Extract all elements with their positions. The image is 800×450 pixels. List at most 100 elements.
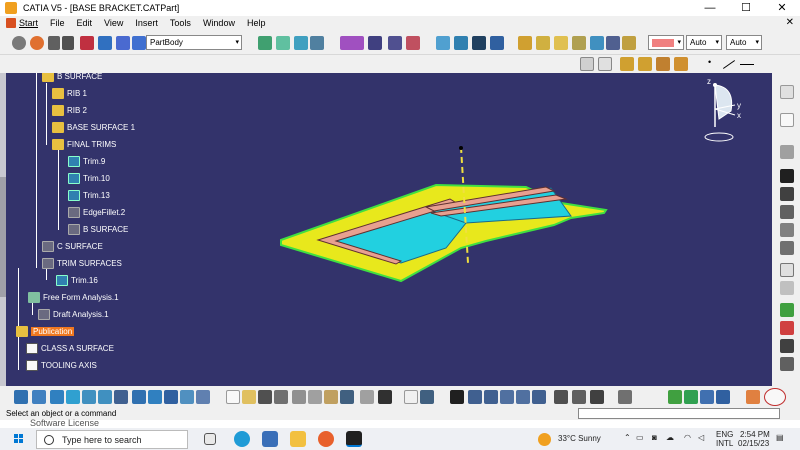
menu-insert[interactable]: Insert (135, 18, 158, 28)
shading-mode-icon[interactable] (164, 390, 178, 404)
shading-7-icon[interactable] (622, 36, 636, 50)
tool-f-icon[interactable] (674, 57, 688, 71)
taskbar-search-input[interactable]: Type here to search (36, 430, 188, 449)
wire-icon[interactable] (780, 205, 794, 219)
tree-node-final-trims[interactable]: FINAL TRIMS (52, 139, 116, 150)
tool-e-icon[interactable] (656, 57, 670, 71)
volume-icon[interactable]: ◁ (698, 433, 704, 442)
measure-2-icon[interactable] (484, 390, 498, 404)
select-arrow-icon[interactable] (780, 85, 794, 99)
shading-3-icon[interactable] (554, 36, 568, 50)
shading-2-icon[interactable] (536, 36, 550, 50)
axis-icon[interactable] (780, 169, 794, 183)
compass-icon[interactable] (701, 79, 751, 149)
minimize-button[interactable]: — (692, 0, 728, 16)
sketcher-grid-icon[interactable] (618, 390, 632, 404)
measure-5-icon[interactable] (532, 390, 546, 404)
curve-tool-4-icon[interactable] (406, 36, 420, 50)
swap-space-icon[interactable] (196, 390, 210, 404)
surface-tool-1-icon[interactable] (258, 36, 272, 50)
menu-edit[interactable]: Edit (77, 18, 93, 28)
tree-node-trim-9[interactable]: Trim.9 (68, 156, 105, 167)
constraint-2-icon[interactable] (684, 390, 698, 404)
surface-tool-2-icon[interactable] (276, 36, 290, 50)
hide-show-icon[interactable] (180, 390, 194, 404)
tray-app-icon[interactable]: ◙ (652, 433, 657, 442)
print-icon[interactable] (274, 390, 288, 404)
task-view-icon[interactable] (204, 433, 216, 445)
cloud-icon[interactable]: ☁ (666, 433, 674, 442)
line-style-icon[interactable] (722, 60, 736, 69)
close-button[interactable]: ✕ (764, 0, 800, 16)
tool-d-icon[interactable] (638, 57, 652, 71)
clock-date[interactable]: 02/15/23 (738, 439, 769, 448)
grid-tool-1-icon[interactable] (436, 36, 450, 50)
snap-1-icon[interactable] (554, 390, 568, 404)
clock-time[interactable]: 2:54 PM (740, 430, 770, 439)
lineweight-select[interactable]: Auto ▾ (726, 35, 762, 50)
tool-c-icon[interactable] (620, 57, 634, 71)
document-close-button[interactable]: ✕ (786, 17, 794, 28)
sketch-icon[interactable] (30, 36, 44, 50)
tree-node-class-a-surface[interactable]: CLASS A SURFACE (26, 343, 114, 354)
table-icon[interactable] (450, 390, 464, 404)
paste-icon[interactable] (324, 390, 338, 404)
color-select[interactable]: ▾ (648, 35, 684, 50)
tree-node-edgefillet-2[interactable]: EdgeFillet.2 (68, 207, 125, 218)
tree-node-b-surface[interactable]: B SURFACE (68, 224, 128, 235)
offset-icon[interactable] (780, 263, 794, 277)
plane-icon[interactable] (98, 36, 112, 50)
menu-tools[interactable]: Tools (170, 18, 191, 28)
new-icon[interactable] (226, 390, 240, 404)
shading-5-icon[interactable] (590, 36, 604, 50)
language-primary[interactable]: ENG (716, 430, 733, 439)
menu-start[interactable]: Start (6, 18, 38, 28)
tree-node-trim-16[interactable]: Trim.16 (56, 275, 98, 286)
network-icon[interactable]: ▭ (636, 433, 644, 442)
fly-icon[interactable] (14, 390, 28, 404)
dress-up-icon[interactable] (780, 357, 794, 371)
tree-node-publication[interactable]: Publication (16, 326, 75, 337)
tree-node-trim-13[interactable]: Trim.13 (68, 190, 110, 201)
zoom-out-icon[interactable] (98, 390, 112, 404)
body-icon[interactable] (132, 36, 146, 50)
snap-2-icon[interactable] (572, 390, 586, 404)
menu-view[interactable]: View (104, 18, 123, 28)
shading-4-icon[interactable] (572, 36, 586, 50)
tree-node-free-form-analysis[interactable]: Free Form Analysis.1 (28, 292, 119, 303)
sweep-icon[interactable] (780, 223, 794, 237)
shading-1-icon[interactable] (518, 36, 532, 50)
snap-3-icon[interactable] (590, 390, 604, 404)
file-explorer-icon[interactable] (290, 431, 306, 447)
tree-node-tooling-axis[interactable]: TOOLING AXIS (26, 360, 97, 371)
tree-node-b-surface-set[interactable]: B SURFACE (42, 73, 102, 82)
point-icon[interactable] (80, 36, 94, 50)
fit-all-icon[interactable] (32, 390, 46, 404)
constraint-1-icon[interactable] (668, 390, 682, 404)
cursor-icon[interactable] (780, 113, 794, 127)
cut-icon[interactable] (292, 390, 306, 404)
line-style-2-icon[interactable] (740, 64, 754, 65)
maximize-button[interactable]: ☐ (728, 0, 764, 16)
analysis-tool-icon[interactable] (780, 303, 794, 317)
tree-node-trim-surfaces[interactable]: TRIM SURFACES (42, 258, 122, 269)
curve-tool-2-icon[interactable] (368, 36, 382, 50)
wifi-icon[interactable]: ◠ (684, 433, 691, 442)
measure-4-icon[interactable] (516, 390, 530, 404)
iso-view-icon[interactable] (148, 390, 162, 404)
weather-text[interactable]: 33°C Sunny (558, 434, 601, 443)
point-style-dot[interactable]: • (708, 57, 711, 67)
save-icon[interactable] (258, 390, 272, 404)
surface-tool-3-icon[interactable] (294, 36, 308, 50)
chevron-up-icon[interactable]: ⌃ (624, 433, 631, 442)
grid-tool-3-icon[interactable] (472, 36, 486, 50)
measure-icon[interactable] (468, 390, 482, 404)
open-icon[interactable] (242, 390, 256, 404)
curve-tool-1-icon[interactable] (340, 36, 364, 50)
command-input[interactable] (578, 408, 780, 419)
multi-view-icon[interactable] (132, 390, 146, 404)
extract-icon[interactable] (780, 145, 794, 159)
3d-viewport[interactable]: B SURFACE RIB 1 RIB 2 BASE SURFACE 1 FIN… (6, 73, 772, 386)
refresh-icon[interactable] (12, 36, 26, 50)
tool-a-icon[interactable] (580, 57, 594, 71)
